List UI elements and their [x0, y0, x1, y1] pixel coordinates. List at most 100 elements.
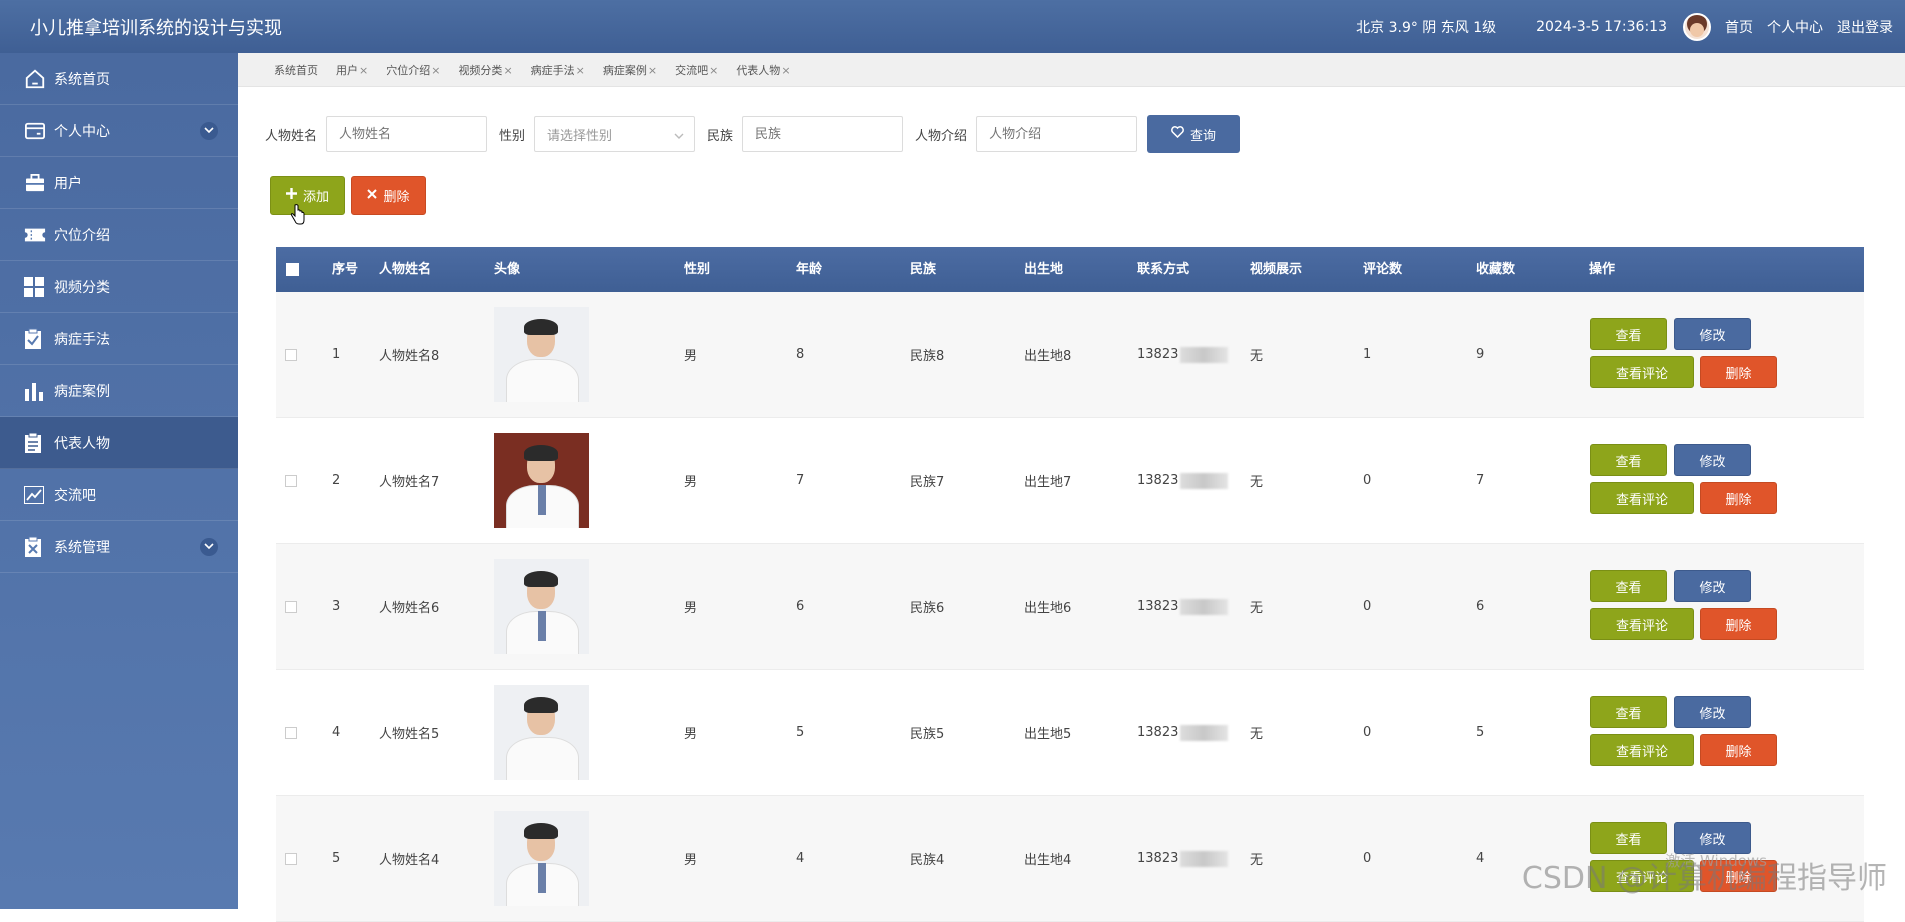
tab-label: 系统首页 — [274, 63, 318, 77]
sidebar-item-symptom-cases[interactable]: 病症案例 — [0, 365, 238, 417]
view-comments-button[interactable]: 查看评论 — [1590, 734, 1694, 766]
delete-button[interactable]: 删除 — [1700, 734, 1777, 766]
view-comments-button[interactable]: 查看评论 — [1590, 482, 1694, 514]
sidebar-item-symptom-methods[interactable]: 病症手法 — [0, 313, 238, 365]
cell-nation: 民族5 — [910, 727, 945, 742]
edit-button[interactable]: 修改 — [1674, 318, 1751, 350]
sidebar-item-users[interactable]: 用户 — [0, 157, 238, 209]
tab-symptom-cases[interactable]: 病症案例× — [603, 62, 657, 78]
user-avatar[interactable] — [1683, 12, 1711, 41]
row-checkbox[interactable] — [285, 852, 297, 865]
sidebar-item-acupoints[interactable]: 穴位介绍 — [0, 209, 238, 261]
delete-button[interactable]: 删除 — [1700, 608, 1777, 640]
batch-delete-button[interactable]: 删除 — [351, 176, 426, 215]
edit-button[interactable]: 修改 — [1674, 570, 1751, 602]
name-label: 人物姓名 — [265, 128, 318, 144]
tab-acupoints[interactable]: 穴位介绍× — [386, 62, 440, 78]
cell-nation: 民族6 — [910, 601, 945, 616]
close-icon[interactable]: × — [648, 64, 657, 77]
row-checkbox[interactable] — [285, 474, 297, 487]
row-checkbox[interactable] — [285, 726, 297, 739]
cell-video: 无 — [1250, 853, 1264, 868]
header-link-logout[interactable]: 退出登录 — [1837, 17, 1893, 37]
header-link-home[interactable]: 首页 — [1725, 17, 1753, 37]
view-comments-button[interactable]: 查看评论 — [1590, 356, 1694, 388]
cell-favorites: 4 — [1476, 851, 1485, 866]
search-form: 人物姓名 性别 请选择性别 民族 人物介绍 查询 — [265, 115, 1241, 153]
phone-visible: 13823 — [1137, 851, 1179, 866]
sidebar-item-system-admin[interactable]: 系统管理 — [0, 521, 238, 573]
th-gender: 性别 — [684, 262, 711, 277]
phone-blur — [1180, 724, 1229, 741]
name-search-input[interactable] — [326, 116, 488, 152]
cell-birthplace: 出生地5 — [1024, 727, 1072, 742]
cell-gender: 男 — [684, 349, 698, 364]
sidebar-item-label: 系统首页 — [54, 71, 110, 88]
close-icon[interactable]: × — [431, 64, 440, 77]
chevron-down-icon[interactable] — [200, 121, 218, 140]
view-button[interactable]: 查看 — [1590, 696, 1667, 728]
heart-icon — [1171, 126, 1184, 142]
close-icon[interactable]: × — [359, 64, 368, 77]
tab-video-category[interactable]: 视频分类× — [458, 62, 512, 78]
delete-button[interactable]: 删除 — [1700, 356, 1777, 388]
close-icon[interactable]: × — [576, 64, 585, 77]
view-button[interactable]: 查看 — [1590, 318, 1667, 350]
sidebar-item-forum[interactable]: 交流吧 — [0, 469, 238, 521]
edit-button[interactable]: 修改 — [1674, 444, 1751, 476]
add-button[interactable]: 添加 — [270, 176, 345, 215]
sidebar-item-video-category[interactable]: 视频分类 — [0, 261, 238, 313]
query-button[interactable]: 查询 — [1147, 115, 1241, 153]
header-link-profile[interactable]: 个人中心 — [1767, 17, 1823, 37]
sidebar-item-representatives[interactable]: 代表人物 — [0, 417, 238, 469]
tab-label: 病症案例 — [602, 63, 647, 77]
close-icon[interactable]: × — [709, 64, 718, 77]
sidebar-item-label: 系统管理 — [54, 539, 110, 556]
view-button[interactable]: 查看 — [1590, 570, 1667, 602]
tab-users[interactable]: 用户× — [336, 62, 368, 78]
th-video: 视频展示 — [1250, 262, 1303, 277]
tab-home[interactable]: 系统首页 — [274, 62, 318, 78]
tab-symptom-methods[interactable]: 病症手法× — [531, 62, 585, 78]
cell-name: 人物姓名7 — [379, 475, 440, 490]
tab-representatives[interactable]: 代表人物× — [736, 62, 790, 78]
sidebar-item-profile[interactable]: 个人中心 — [0, 105, 238, 157]
person-photo — [494, 433, 589, 528]
view-comments-button[interactable]: 查看评论 — [1590, 608, 1694, 640]
th-birthplace: 出生地 — [1024, 262, 1064, 277]
cell-name: 人物姓名8 — [379, 349, 440, 364]
th-avatar: 头像 — [494, 262, 521, 277]
view-button[interactable]: 查看 — [1590, 822, 1667, 854]
clipboard-check-icon — [24, 328, 50, 350]
table-row: 1 人物姓名8 男 8 民族8 出生地8 13823 无 1 9 查看 修改 查… — [276, 292, 1864, 418]
gender-select[interactable]: 请选择性别 — [534, 116, 696, 152]
cell-video: 无 — [1250, 349, 1264, 364]
add-label: 添加 — [302, 190, 329, 205]
avatar-face-icon — [1690, 22, 1704, 37]
close-icon[interactable]: × — [503, 64, 512, 77]
select-all-checkbox[interactable] — [286, 263, 299, 276]
chevron-down-icon[interactable] — [200, 537, 218, 556]
phone-blur — [1180, 850, 1229, 867]
hand-cursor-icon — [290, 204, 306, 230]
delete-button[interactable]: 删除 — [1700, 482, 1777, 514]
sidebar-item-label: 代表人物 — [54, 435, 110, 452]
nation-search-input[interactable] — [742, 116, 904, 152]
cell-nation: 民族8 — [910, 349, 945, 364]
sidebar-item-home[interactable]: 系统首页 — [0, 53, 238, 105]
cell-video: 无 — [1250, 727, 1264, 742]
cell-nation: 民族7 — [910, 475, 945, 490]
list-icon — [24, 432, 50, 454]
intro-search-input[interactable] — [976, 116, 1138, 152]
view-button[interactable]: 查看 — [1590, 444, 1667, 476]
th-actions: 操作 — [1589, 262, 1616, 277]
phone-visible: 13823 — [1137, 347, 1179, 362]
row-checkbox[interactable] — [285, 348, 297, 361]
cell-age: 7 — [796, 473, 805, 488]
th-name: 人物姓名 — [379, 262, 432, 277]
tab-forum[interactable]: 交流吧× — [675, 62, 718, 78]
close-icon[interactable]: × — [781, 64, 790, 77]
edit-button[interactable]: 修改 — [1674, 696, 1751, 728]
row-checkbox[interactable] — [285, 600, 297, 613]
cell-birthplace: 出生地7 — [1024, 475, 1072, 490]
